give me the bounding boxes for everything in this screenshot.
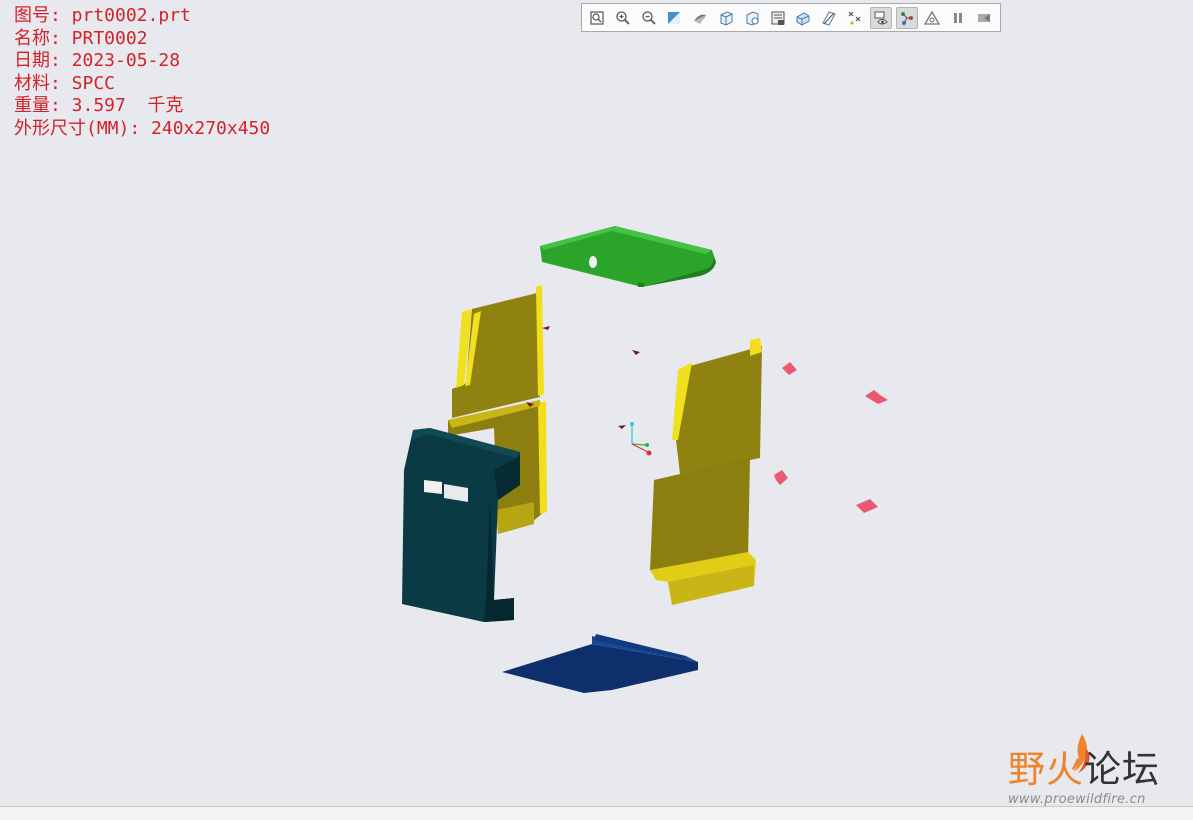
toolbar-button-display-style[interactable] [689, 7, 711, 29]
spin-center-icon [900, 11, 913, 25]
display-style-icon [694, 14, 707, 24]
toolbar-button-pause[interactable] [947, 7, 969, 29]
triangle-icon [924, 10, 941, 25]
toolbar-button-repaint[interactable] [663, 7, 685, 29]
zoom-out-icon [641, 10, 656, 25]
toolbar-button-spin-center[interactable] [895, 6, 918, 29]
datum-display-icon [822, 10, 836, 26]
coordinate-triad [630, 422, 652, 456]
repaint-icon [668, 11, 681, 24]
view-toolbar [581, 3, 1001, 32]
point-display-icon [848, 11, 861, 24]
toolbar-button-section[interactable] [767, 7, 789, 29]
toolbar-button-zoom-out[interactable] [638, 7, 660, 29]
model-view[interactable] [0, 0, 1193, 806]
annotation-display-icon [874, 11, 888, 24]
toolbar-button-next[interactable] [973, 7, 995, 29]
section-icon [771, 11, 785, 25]
watermark-title: 野火论坛 [1008, 750, 1160, 790]
refit-icon [590, 10, 604, 25]
bottom-plate[interactable] [502, 634, 698, 693]
graphics-viewport[interactable]: 图号: prt0002.prt 名称: PRT0002 日期: 2023-05-… [0, 0, 1193, 807]
toolbar-button-view-manager[interactable] [741, 7, 763, 29]
perspective-icon [796, 11, 810, 26]
zoom-in-icon [616, 10, 630, 25]
top-plate[interactable] [540, 226, 716, 287]
toolbar-button-point-display[interactable] [844, 7, 866, 29]
pause-icon [954, 12, 963, 23]
toolbar-button-saved-orientations[interactable] [715, 7, 737, 29]
view-manager-icon [746, 10, 759, 26]
watermark-title-orange: 野火 [1008, 748, 1084, 791]
toolbar-button-datum-display[interactable] [818, 7, 840, 29]
watermark-url: www.proewildfire.cn [1008, 792, 1146, 807]
right-side-panel[interactable] [650, 338, 762, 605]
status-bar [0, 806, 1193, 820]
toolbar-button-annotation-display[interactable] [869, 6, 892, 29]
toolbar-button-perspective[interactable] [792, 7, 814, 29]
toolbar-button-triangle[interactable] [921, 7, 943, 29]
toolbar-button-refit[interactable] [586, 7, 608, 29]
next-icon [977, 13, 990, 22]
toolbar-button-zoom-in[interactable] [612, 7, 634, 29]
saved-orientations-icon [720, 10, 733, 26]
forum-watermark: 野火论坛 www.proewildfire.cn [1000, 732, 1185, 807]
watermark-title-dark: 论坛 [1084, 748, 1160, 791]
